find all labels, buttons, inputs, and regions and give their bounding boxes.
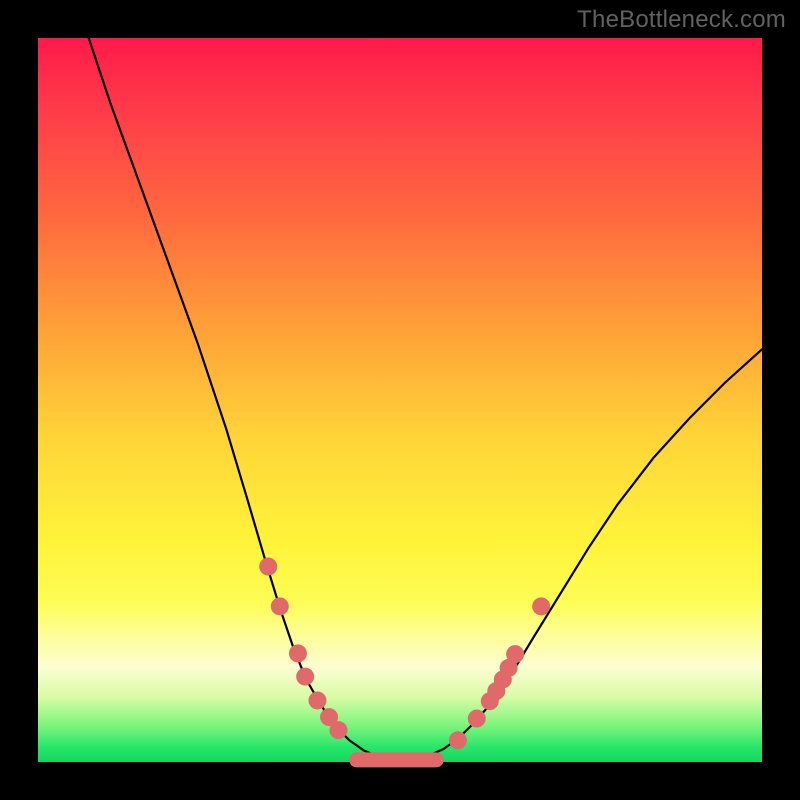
plot-area	[38, 38, 762, 762]
watermark-label: TheBottleneck.com	[577, 6, 786, 34]
marker-right-dots-6	[506, 645, 524, 663]
series-group	[89, 38, 762, 761]
chart-frame: TheBottleneck.com	[0, 0, 800, 800]
marker-left-dots-3	[296, 668, 314, 686]
marker-left-dots-2	[289, 644, 307, 662]
marker-left-dots-1	[271, 597, 289, 615]
series-right-curve	[400, 349, 762, 761]
markers-group	[259, 558, 550, 750]
marker-right-dots-1	[468, 710, 486, 728]
marker-left-dots-0	[259, 558, 277, 576]
marker-left-dots-6	[329, 721, 347, 739]
marker-left-dots-4	[308, 691, 326, 709]
marker-right-dots-0	[449, 731, 467, 749]
chart-svg	[38, 38, 762, 762]
marker-right-dots-7	[532, 597, 550, 615]
series-left-curve	[89, 38, 400, 761]
